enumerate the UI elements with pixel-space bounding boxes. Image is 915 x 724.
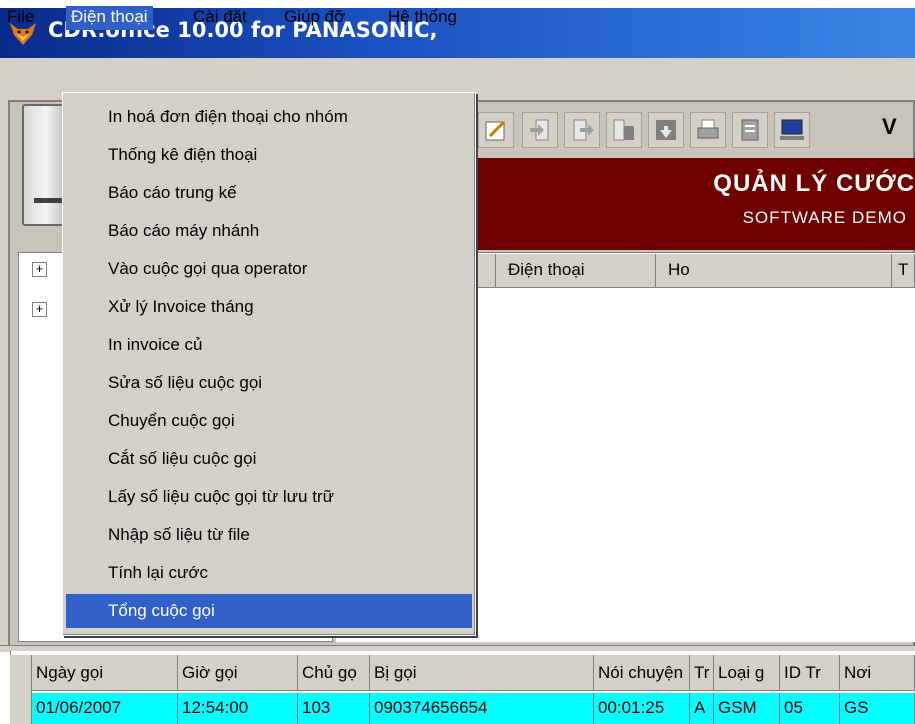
print-icon[interactable] bbox=[690, 112, 726, 148]
grid-header-bi-goi[interactable]: Bị gọi bbox=[370, 655, 594, 691]
menu-item-tong-cuoc-goi[interactable]: Tổng cuộc gọi bbox=[66, 594, 472, 628]
printer-icon[interactable] bbox=[732, 112, 768, 148]
menu-item-sua-so-lieu[interactable]: Sửa số liệu cuộc gọi bbox=[66, 366, 472, 400]
row-indicator bbox=[10, 655, 32, 724]
menu-item-chuyen-cuoc-goi[interactable]: Chuyển cuộc gọi bbox=[66, 404, 472, 438]
menu-item-bao-cao-may-nhanh[interactable]: Báo cáo máy nhánh bbox=[66, 214, 472, 248]
grid-cell-noi[interactable]: GS bbox=[840, 693, 915, 724]
dropdown-menu-dien-thoai bbox=[62, 92, 476, 636]
menu-item-in-invoice-cu[interactable]: In invoice củ bbox=[66, 328, 472, 362]
menu-giup-do[interactable]: Giúp đỡ bbox=[279, 6, 350, 30]
tree-expand-icon[interactable]: + bbox=[32, 302, 47, 317]
grid-cell-noi-chuyen[interactable]: 00:01:25 bbox=[594, 693, 690, 724]
toolbar-v-label: V bbox=[882, 114, 897, 139]
report-icon[interactable] bbox=[648, 112, 684, 148]
list-header-t[interactable]: T bbox=[892, 254, 915, 288]
cdr-computer-icon[interactable] bbox=[774, 112, 810, 148]
grid-cell-bi-goi[interactable]: 090374656654 bbox=[370, 693, 594, 724]
grid-header-loai-goi[interactable]: Loại g bbox=[714, 655, 780, 691]
grid-cell-ngay-goi[interactable]: 01/06/2007 bbox=[32, 693, 178, 724]
menu-item-thong-ke[interactable]: Thống kê điện thoại bbox=[66, 138, 472, 172]
grid-cell-tr[interactable]: A bbox=[690, 693, 714, 724]
menu-he-thong[interactable]: Hệ thống bbox=[383, 6, 462, 30]
list-header-dien-thoai[interactable]: Điện thoại bbox=[496, 254, 656, 288]
transfer-icon[interactable] bbox=[606, 112, 642, 148]
tree-expand-icon[interactable]: + bbox=[32, 262, 47, 277]
grid-header-noi-chuyen[interactable]: Nói chuyện bbox=[594, 655, 690, 691]
import-icon[interactable] bbox=[522, 112, 558, 148]
menu-item-xu-ly-invoice[interactable]: Xử lý Invoice tháng bbox=[66, 290, 472, 324]
grid-header-chu-goi[interactable]: Chủ gọ bbox=[298, 655, 370, 691]
device-slot bbox=[34, 198, 64, 203]
menu-dien-thoai[interactable]: Điện thoại bbox=[66, 6, 153, 30]
list-header-ho[interactable]: Ho bbox=[656, 254, 892, 288]
grid-header-tr[interactable]: Tr bbox=[690, 655, 714, 691]
grid-header-id-tr[interactable]: ID Tr bbox=[780, 655, 840, 691]
menu-file[interactable]: File bbox=[2, 6, 39, 30]
menu-item-in-hoa-don-nhom[interactable]: In hoá đơn điện thoại cho nhóm bbox=[66, 100, 472, 134]
banner-subtitle: SOFTWARE DEMO bbox=[742, 208, 907, 227]
menu-item-lay-so-lieu-luu-tru[interactable]: Lấy số liệu cuộc gọi từ lưu trữ bbox=[66, 480, 472, 514]
menu-item-cat-so-lieu[interactable]: Cắt số liệu cuộc gọi bbox=[66, 442, 472, 476]
grid-cell-loai-goi[interactable]: GSM bbox=[714, 693, 780, 724]
menu-item-vao-cuoc-goi-operator[interactable]: Vào cuộc gọi qua operator bbox=[66, 252, 472, 286]
menu-item-bao-cao-trung-ke[interactable]: Báo cáo trung kế bbox=[66, 176, 472, 210]
menu-bar bbox=[0, 58, 915, 92]
grid-header-gio-goi[interactable]: Giờ gọi bbox=[178, 655, 298, 691]
grid-cell-chu-goi[interactable]: 103 bbox=[298, 693, 370, 724]
grid-header-ngay-goi[interactable]: Ngày gọi bbox=[32, 655, 178, 691]
export-icon[interactable] bbox=[564, 112, 600, 148]
menu-item-tinh-lai-cuoc[interactable]: Tính lại cước bbox=[66, 556, 472, 590]
grid-cell-id-tr[interactable]: 05 bbox=[780, 693, 840, 724]
banner-title: QUẢN LÝ CƯỚC bbox=[713, 170, 915, 197]
grid-cell-gio-goi[interactable]: 12:54:00 bbox=[178, 693, 298, 724]
grid-header-noi[interactable]: Nơi bbox=[840, 655, 915, 691]
edit-icon[interactable] bbox=[478, 112, 514, 148]
menu-item-nhap-so-lieu-file[interactable]: Nhập số liệu từ file bbox=[66, 518, 472, 552]
menu-cai-dat[interactable]: Cài đặt bbox=[188, 6, 252, 30]
